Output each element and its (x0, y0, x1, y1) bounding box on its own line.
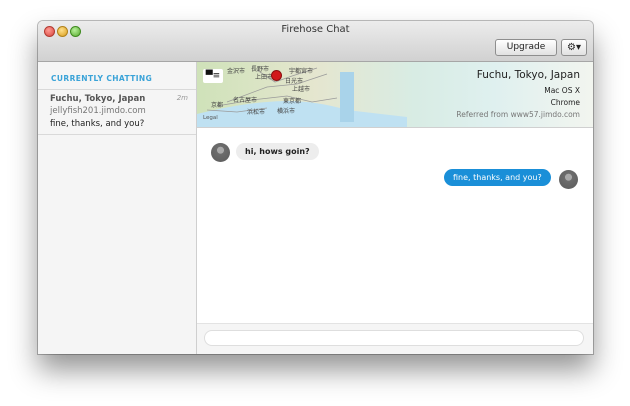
visitor-map[interactable]: ▀≡ 金沢市 長野市 宇都宮市 上田市 日光市 上越市 京都 名古屋市 東京都 … (197, 62, 593, 128)
chat-item-site: jellyfish201.jimdo.com (50, 106, 146, 116)
map-label: 金沢市 (227, 68, 246, 75)
sidebar: CURRENTLY CHATTING Fuchu, Tokyo, Japan 2… (38, 62, 197, 354)
chat-item-last-message: fine, thanks, and you? (50, 119, 145, 129)
chat-item-time: 2m (176, 94, 188, 102)
visitor-location: Fuchu, Tokyo, Japan (476, 69, 580, 81)
operator-avatar (559, 170, 578, 189)
upgrade-button[interactable]: Upgrade (495, 39, 557, 56)
message-bubble-operator: fine, thanks, and you? (444, 169, 551, 186)
contact-card-icon[interactable]: ▀≡ (203, 69, 223, 83)
map-label: 浜松市 (247, 109, 266, 116)
settings-button[interactable]: ⚙▾ (561, 39, 587, 56)
visitor-os: Mac OS X (544, 86, 580, 95)
composer-bar (197, 323, 593, 354)
visitor-browser: Chrome (550, 98, 580, 107)
map-label: 東京都 (283, 98, 302, 105)
currently-chatting-header: CURRENTLY CHATTING (51, 74, 153, 83)
window-title: Firehose Chat (281, 24, 350, 35)
map-label: 京都 (211, 102, 224, 109)
map-label: 名古屋市 (233, 97, 258, 104)
chat-window: Firehose Chat Upgrade ⚙▾ CURRENTLY CHATT… (38, 21, 593, 354)
map-label: 上越市 (292, 86, 311, 93)
title-bar: Firehose Chat Upgrade ⚙▾ (38, 21, 593, 62)
sidebar-divider (38, 134, 196, 135)
map-label: 横浜市 (277, 108, 296, 115)
visitor-avatar (211, 143, 230, 162)
visitor-referrer: Referred from www57.jimdo.com (456, 110, 580, 119)
chat-list-item[interactable]: Fuchu, Tokyo, Japan 2m jellyfish201.jimd… (38, 89, 196, 134)
map-pin-icon (271, 70, 282, 81)
chat-item-location: Fuchu, Tokyo, Japan (50, 94, 146, 104)
conversation-pane: ▀≡ 金沢市 長野市 宇都宮市 上田市 日光市 上越市 京都 名古屋市 東京都 … (197, 62, 593, 354)
message-input[interactable] (204, 330, 584, 346)
map-legal-link[interactable]: Legal (203, 115, 218, 121)
gear-icon: ⚙▾ (567, 42, 581, 53)
message-bubble-visitor: hi, hows goin? (236, 143, 319, 160)
map-label: 宇都宮市 (289, 68, 314, 75)
